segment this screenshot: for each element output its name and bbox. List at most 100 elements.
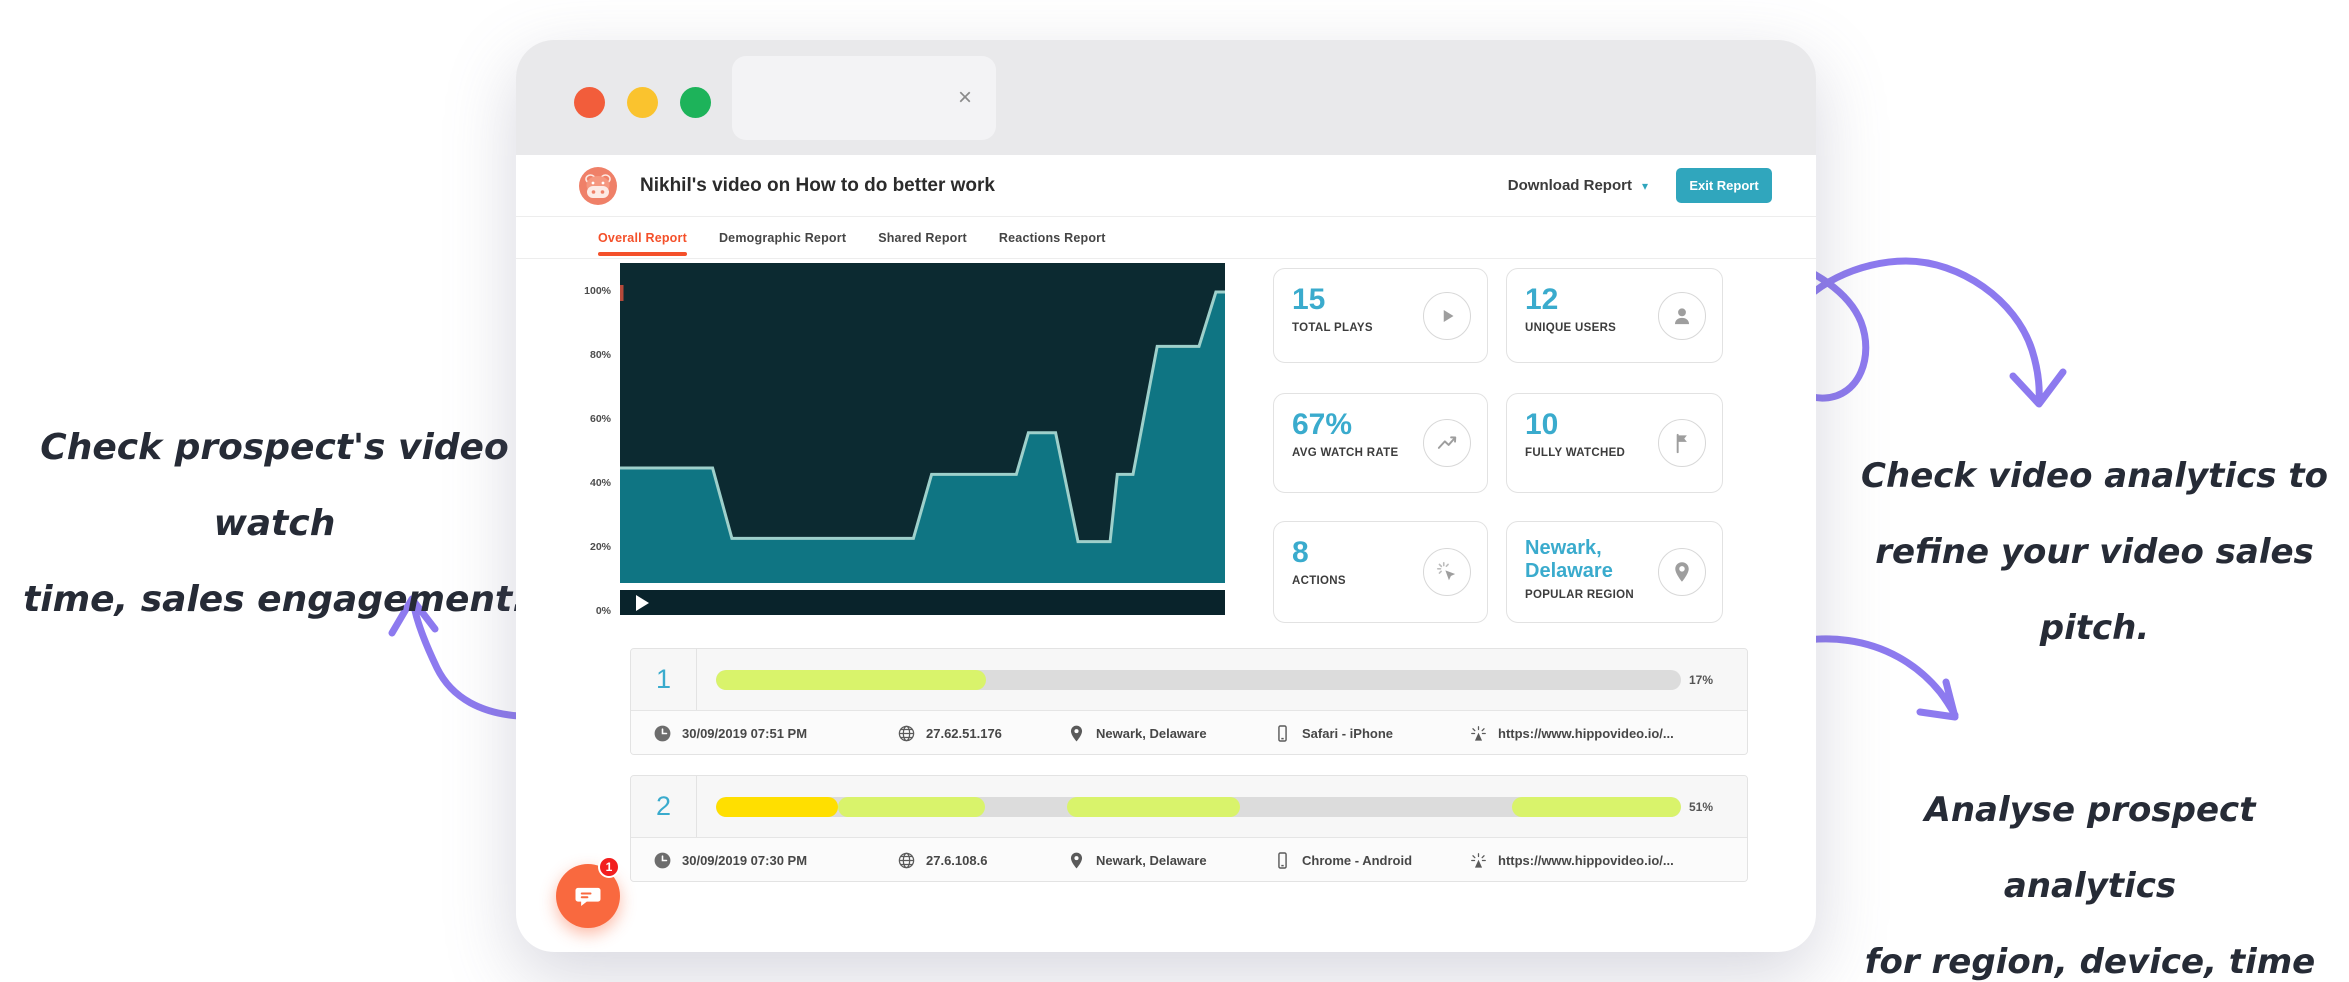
tab-overall-report[interactable]: Overall Report [598, 231, 687, 245]
annotation-left: Check prospect's video watch time, sales… [2, 410, 547, 638]
browser-tab[interactable]: × [732, 56, 996, 140]
playhead-marker [620, 285, 624, 301]
viewer-2-device-text: Chrome - Android [1302, 853, 1412, 868]
exit-report-button[interactable]: Exit Report [1676, 168, 1772, 203]
viewer-2-source-url[interactable]: https://www.hippovideo.io/... [1498, 853, 1674, 868]
watch-bar-segment [838, 797, 986, 817]
video-watch-chart[interactable] [620, 263, 1225, 615]
location-pin-icon [1067, 851, 1086, 870]
viewer-2-time-text: 30/09/2019 07:30 PM [682, 853, 807, 868]
annotation-left-line1: Check prospect's video watch [2, 410, 547, 562]
download-report-dropdown[interactable]: Download Report ▾ [1508, 177, 1648, 194]
unique-users-value: 12 [1525, 284, 1657, 316]
zoom-window-button[interactable] [680, 87, 711, 118]
total-plays-value: 15 [1292, 284, 1424, 316]
clock-icon [653, 851, 672, 870]
viewer-2-time: 30/09/2019 07:30 PM [653, 838, 807, 882]
viewer-1-device: Safari - iPhone [1273, 711, 1393, 755]
globe-icon [897, 724, 916, 743]
viewer-1-location-text: Newark, Delaware [1096, 726, 1207, 741]
viewer-1-source: https://www.hippovideo.io/... [1469, 711, 1674, 755]
video-report-title: Nikhil's video on How to do better work [640, 175, 995, 197]
viewer-2-details: 30/09/2019 07:30 PM 27.6.108.6 Newark, D… [631, 838, 1747, 882]
annotation-top-right-line2: refine your video sales pitch. [1842, 514, 2347, 666]
chart-y-tick: 40% [590, 477, 611, 489]
report-header: Nikhil's video on How to do better work … [516, 155, 1816, 217]
actions-label: ACTIONS [1292, 574, 1422, 589]
unique-users-label: UNIQUE USERS [1525, 321, 1655, 336]
tab-reactions-report[interactable]: Reactions Report [999, 231, 1106, 245]
annotation-bottom-right-line2: for region, device, time etc. [1835, 924, 2345, 982]
close-window-button[interactable] [574, 87, 605, 118]
minimize-window-button[interactable] [627, 87, 658, 118]
chevron-down-icon[interactable]: ▾ [1642, 179, 1648, 193]
click-icon [1423, 548, 1471, 596]
download-report-label[interactable]: Download Report [1508, 177, 1632, 194]
viewer-row-2[interactable]: 2 51% 30/09/2019 07:30 PM 27.6.108.6 New… [630, 775, 1748, 882]
page: Check prospect's video watch time, sales… [0, 0, 2349, 982]
fully-watched-label: FULLY WATCHED [1525, 446, 1655, 461]
report-nav-tabs: Overall Report Demographic Report Shared… [516, 217, 1816, 259]
stat-card-fully-watched: 10 FULLY WATCHED [1506, 393, 1723, 493]
stat-card-avg-watch-rate: 67% AVG WATCH RATE [1273, 393, 1488, 493]
clock-icon [653, 724, 672, 743]
browser-chrome: × [516, 40, 1816, 155]
viewer-1-source-url[interactable]: https://www.hippovideo.io/... [1498, 726, 1674, 741]
annotation-bottom-right-line1: Analyse prospect analytics [1835, 772, 2345, 924]
user-icon [1658, 292, 1706, 340]
browser-window: × Nikhil's video on How to do better wor… [516, 40, 1816, 952]
annotation-top-right: Check video analytics to refine your vid… [1842, 438, 2347, 666]
viewer-2-index: 2 [631, 776, 697, 837]
chart-y-axis: 100% 80% 60% 40% 20% 0% [544, 263, 614, 615]
viewer-1-watch-bar [716, 670, 1681, 690]
watch-bar-segment [1067, 797, 1240, 817]
video-progress-line [620, 583, 1225, 590]
stat-card-total-plays: 15 TOTAL PLAYS [1273, 268, 1488, 363]
viewer-2-device: Chrome - Android [1273, 838, 1412, 882]
source-icon [1469, 724, 1488, 743]
viewer-1-index: 1 [631, 649, 697, 710]
chart-y-tick: 60% [590, 413, 611, 425]
popular-region-label: POPULAR REGION [1525, 588, 1655, 603]
avg-watch-rate-label: AVG WATCH RATE [1292, 446, 1422, 461]
watch-bar-segment [716, 797, 838, 817]
annotation-bottom-right: Analyse prospect analytics for region, d… [1835, 772, 2345, 982]
viewer-2-source: https://www.hippovideo.io/... [1469, 838, 1674, 882]
viewer-row-1[interactable]: 1 17% 30/09/2019 07:51 PM 27.62.51.176 N… [630, 648, 1748, 755]
location-icon [1658, 548, 1706, 596]
tab-shared-report[interactable]: Shared Report [878, 231, 967, 245]
annotation-top-right-line1: Check video analytics to [1842, 438, 2347, 514]
viewer-1-bar-section: 1 17% [631, 649, 1747, 711]
watch-bar-segment [1512, 797, 1681, 817]
viewer-1-ip: 27.62.51.176 [897, 711, 1002, 755]
trend-icon [1423, 419, 1471, 467]
traffic-lights [574, 87, 711, 118]
stat-card-popular-region: Newark, Delaware POPULAR REGION [1506, 521, 1723, 623]
tab-demographic-report[interactable]: Demographic Report [719, 231, 846, 245]
play-icon [1423, 292, 1471, 340]
tab-close-icon[interactable]: × [958, 86, 972, 110]
chat-bubble-icon [573, 881, 603, 911]
chart-y-tick: 80% [590, 349, 611, 361]
annotation-left-line2: time, sales engagement. [2, 562, 547, 638]
fully-watched-value: 10 [1525, 409, 1657, 441]
viewer-2-location-text: Newark, Delaware [1096, 853, 1207, 868]
avg-watch-rate-value: 67% [1292, 409, 1424, 441]
globe-icon [897, 851, 916, 870]
chart-y-tick: 20% [590, 541, 611, 553]
viewer-2-bar-section: 2 51% [631, 776, 1747, 838]
viewer-2-watch-percent: 51% [1689, 776, 1713, 838]
stat-card-unique-users: 12 UNIQUE USERS [1506, 268, 1723, 363]
viewer-1-location: Newark, Delaware [1067, 711, 1207, 755]
viewer-2-ip: 27.6.108.6 [897, 838, 987, 882]
viewer-1-time: 30/09/2019 07:51 PM [653, 711, 807, 755]
chart-y-tick: 100% [584, 285, 611, 297]
chart-y-tick: 0% [596, 605, 611, 617]
loop-arrow-top-right [1778, 260, 2063, 404]
player-control-bar [620, 590, 1225, 615]
viewer-1-watch-percent: 17% [1689, 649, 1713, 711]
viewer-1-details: 30/09/2019 07:51 PM 27.62.51.176 Newark,… [631, 711, 1747, 755]
viewer-1-device-text: Safari - iPhone [1302, 726, 1393, 741]
popular-region-value: Newark, Delaware [1525, 537, 1657, 583]
watch-bar-segment [716, 670, 986, 690]
